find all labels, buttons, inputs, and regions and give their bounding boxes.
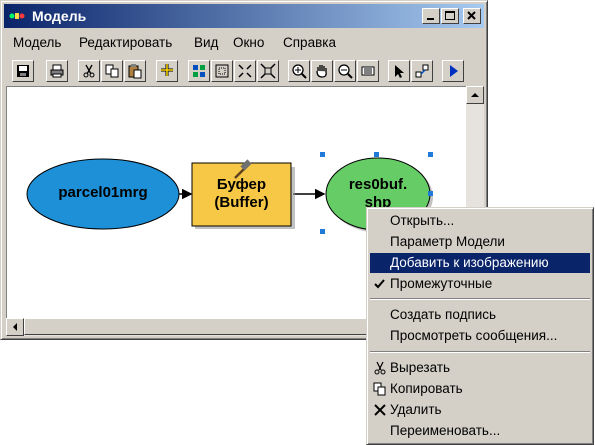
selection-handle[interactable] bbox=[320, 152, 325, 157]
ctx-separator bbox=[370, 351, 590, 353]
zoom-out-button[interactable] bbox=[334, 60, 356, 82]
print-icon bbox=[50, 64, 64, 78]
grid-icon bbox=[193, 65, 205, 77]
ctx-item-model-parameter[interactable]: Параметр Модели bbox=[370, 232, 590, 252]
full-extent-icon bbox=[215, 64, 229, 78]
selection-handle[interactable] bbox=[428, 191, 433, 196]
ctx-item-label: Промежуточные bbox=[390, 276, 493, 291]
ctx-item-delete[interactable]: Удалить bbox=[370, 400, 590, 420]
tool-node-label: Буфер (Buffer) bbox=[214, 176, 269, 211]
save-icon bbox=[17, 65, 29, 77]
menu-help[interactable]: Справка bbox=[283, 35, 336, 50]
title-bar[interactable]: Модель bbox=[4, 4, 484, 28]
pan-button[interactable] bbox=[311, 60, 333, 82]
add-data-button[interactable] bbox=[156, 60, 178, 82]
ctx-item-add-to-display[interactable]: Добавить к изображению bbox=[370, 253, 590, 273]
scroll-left-button[interactable] bbox=[6, 318, 24, 336]
window-title: Модель bbox=[32, 8, 87, 24]
copy-icon bbox=[373, 382, 386, 396]
paste-button[interactable] bbox=[124, 60, 146, 82]
menu-window[interactable]: Окно bbox=[233, 35, 264, 50]
input-node-label: parcel01mrg bbox=[58, 184, 148, 201]
ctx-item-label: Просмотреть сообщения... bbox=[390, 328, 558, 343]
arrow-up-icon bbox=[471, 93, 479, 97]
selection-handle[interactable] bbox=[320, 229, 325, 234]
ctx-item-open[interactable]: Открыть... bbox=[370, 211, 590, 231]
ctx-item-intermediate[interactable]: Промежуточные bbox=[370, 274, 590, 294]
model-app-icon bbox=[9, 13, 25, 19]
cut-icon bbox=[374, 361, 386, 375]
ctx-item-cut[interactable]: Вырезать bbox=[370, 358, 590, 378]
zoom-out-fixed-icon bbox=[260, 63, 276, 79]
layout-icon bbox=[361, 66, 375, 76]
ctx-item-label: Параметр Модели bbox=[390, 234, 505, 249]
select-pointer-icon bbox=[395, 65, 404, 78]
minimize-icon bbox=[427, 18, 434, 20]
check-icon bbox=[374, 279, 385, 289]
cut-icon bbox=[83, 64, 95, 78]
grid-button[interactable] bbox=[188, 60, 210, 82]
ctx-item-label: Открыть... bbox=[390, 213, 455, 228]
menu-edit[interactable]: Редактировать bbox=[79, 35, 172, 50]
cut-button[interactable] bbox=[78, 60, 100, 82]
run-button[interactable] bbox=[442, 60, 464, 82]
toolbar bbox=[4, 58, 484, 84]
print-button[interactable] bbox=[46, 60, 68, 82]
arrow-left-icon bbox=[13, 323, 17, 331]
ctx-item-copy[interactable]: Копировать bbox=[370, 379, 590, 399]
minimize-button[interactable] bbox=[422, 8, 440, 24]
zoom-in-icon bbox=[292, 64, 307, 79]
maximize-icon bbox=[445, 11, 455, 20]
paste-icon bbox=[128, 64, 142, 79]
ctx-item-create-label[interactable]: Создать подпись bbox=[370, 305, 590, 325]
context-menu: Открыть... Параметр Модели Добавить к из… bbox=[366, 207, 594, 445]
ctx-item-label: Удалить bbox=[390, 402, 442, 417]
ctx-item-label: Вырезать bbox=[390, 360, 451, 375]
pan-icon bbox=[316, 65, 327, 78]
zoom-out-fixed-button[interactable] bbox=[257, 60, 279, 82]
connect-button[interactable] bbox=[411, 60, 433, 82]
ctx-item-label: Копировать bbox=[390, 381, 463, 396]
maximize-button[interactable] bbox=[441, 8, 459, 24]
ctx-item-label: Переименовать... bbox=[390, 423, 501, 438]
selection-handle[interactable] bbox=[374, 152, 379, 157]
selection-handle[interactable] bbox=[428, 152, 433, 157]
full-extent-button[interactable] bbox=[211, 60, 233, 82]
delete-icon bbox=[374, 404, 386, 416]
zoom-in-fixed-button[interactable] bbox=[234, 60, 256, 82]
connect-icon bbox=[415, 64, 429, 78]
close-button[interactable] bbox=[463, 8, 481, 24]
save-button[interactable] bbox=[12, 60, 34, 82]
ctx-item-view-messages[interactable]: Просмотреть сообщения... bbox=[370, 326, 590, 346]
zoom-out-icon bbox=[338, 64, 353, 79]
add-data-icon bbox=[161, 64, 173, 76]
close-icon bbox=[467, 11, 476, 20]
scroll-up-button[interactable] bbox=[466, 86, 484, 104]
ctx-item-label: Добавить к изображению bbox=[390, 255, 549, 270]
ctx-separator bbox=[370, 298, 590, 300]
menu-bar: Модель Редактировать Вид Окно Справка bbox=[4, 31, 484, 53]
zoom-in-button[interactable] bbox=[288, 60, 310, 82]
ctx-item-rename[interactable]: Переименовать... bbox=[370, 421, 590, 441]
ctx-item-label: Создать подпись bbox=[390, 307, 497, 322]
select-pointer-button[interactable] bbox=[388, 60, 410, 82]
menu-view[interactable]: Вид bbox=[194, 35, 218, 50]
copy-button[interactable] bbox=[101, 60, 123, 82]
layout-button[interactable] bbox=[357, 60, 379, 82]
zoom-in-fixed-icon bbox=[238, 64, 252, 78]
copy-icon bbox=[105, 64, 119, 78]
run-icon bbox=[450, 65, 458, 77]
menu-model[interactable]: Модель bbox=[13, 35, 61, 50]
